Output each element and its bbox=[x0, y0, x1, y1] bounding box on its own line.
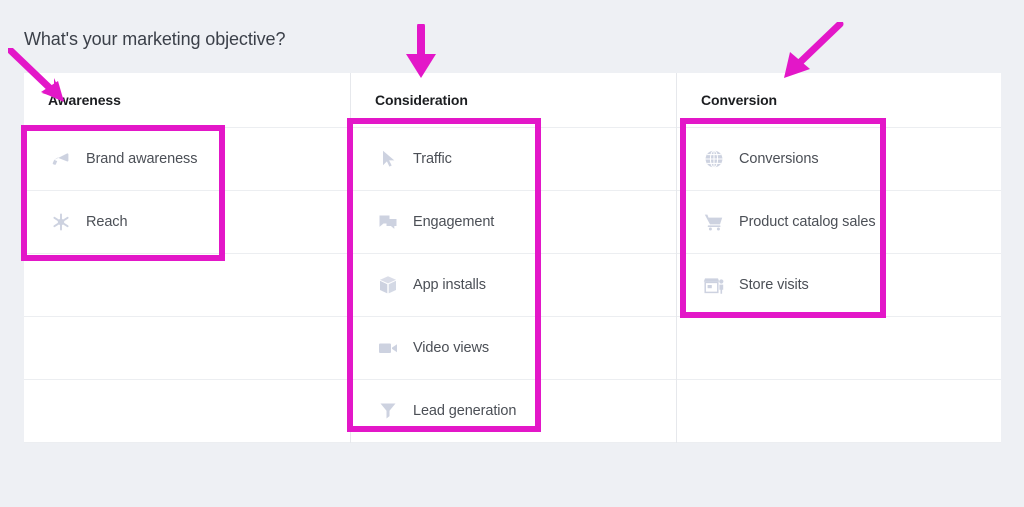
objective-column-conversion: Conversion Conversions Product catalog s… bbox=[676, 73, 1001, 443]
video-camera-icon bbox=[375, 335, 401, 361]
objective-item-label: Traffic bbox=[413, 151, 452, 167]
objective-item-product-catalog-sales[interactable]: Product catalog sales bbox=[677, 191, 1001, 254]
objective-item-video-views[interactable]: Video views bbox=[351, 317, 676, 380]
objective-item-traffic[interactable]: Traffic bbox=[351, 128, 676, 191]
page-title: What's your marketing objective? bbox=[24, 29, 286, 49]
objective-item-store-visits[interactable]: Store visits bbox=[677, 254, 1001, 317]
objective-item-app-installs[interactable]: App installs bbox=[351, 254, 676, 317]
objective-item-label: Video views bbox=[413, 340, 490, 356]
objective-item-engagement[interactable]: Engagement bbox=[351, 191, 676, 254]
objective-item-label: Product catalog sales bbox=[739, 214, 876, 230]
storefront-icon bbox=[701, 272, 727, 298]
objective-row-empty bbox=[24, 254, 350, 317]
objective-item-lead-generation[interactable]: Lead generation bbox=[351, 380, 676, 443]
globe-icon bbox=[701, 146, 727, 172]
objective-column-awareness: Awareness Brand awareness Reach bbox=[24, 73, 350, 443]
column-header-consideration: Consideration bbox=[351, 73, 676, 128]
marketing-objective-card: Awareness Brand awareness Reach Consider… bbox=[24, 73, 1001, 443]
objective-row-empty bbox=[677, 380, 1001, 443]
cube-box-icon bbox=[375, 272, 401, 298]
funnel-icon bbox=[375, 398, 401, 424]
column-header-label: Awareness bbox=[48, 92, 121, 108]
objective-item-label: Reach bbox=[86, 214, 128, 230]
shopping-cart-icon bbox=[701, 209, 727, 235]
objective-column-consideration: Consideration Traffic Engagement App ins… bbox=[350, 73, 676, 443]
objective-item-label: Engagement bbox=[413, 214, 495, 230]
objective-item-label: Conversions bbox=[739, 151, 819, 167]
objective-item-label: Brand awareness bbox=[86, 151, 198, 167]
objective-item-reach[interactable]: Reach bbox=[24, 191, 350, 254]
objective-row-empty bbox=[24, 380, 350, 443]
objective-row-empty bbox=[24, 317, 350, 380]
column-header-awareness: Awareness bbox=[24, 73, 350, 128]
objective-item-label: App installs bbox=[413, 277, 486, 293]
asterisk-burst-icon bbox=[48, 209, 74, 235]
objective-item-label: Store visits bbox=[739, 277, 809, 293]
objective-item-brand-awareness[interactable]: Brand awareness bbox=[24, 128, 350, 191]
column-header-label: Conversion bbox=[701, 92, 778, 108]
column-header-conversion: Conversion bbox=[677, 73, 1001, 128]
objective-item-conversions[interactable]: Conversions bbox=[677, 128, 1001, 191]
annotation-arrow-consideration bbox=[406, 24, 436, 78]
speech-bubbles-icon bbox=[375, 209, 401, 235]
cursor-arrow-icon bbox=[375, 146, 401, 172]
objective-columns: Awareness Brand awareness Reach Consider… bbox=[24, 73, 1001, 443]
objective-row-empty bbox=[677, 317, 1001, 380]
column-header-label: Consideration bbox=[375, 92, 468, 108]
objective-item-label: Lead generation bbox=[413, 403, 517, 419]
megaphone-icon bbox=[48, 146, 74, 172]
